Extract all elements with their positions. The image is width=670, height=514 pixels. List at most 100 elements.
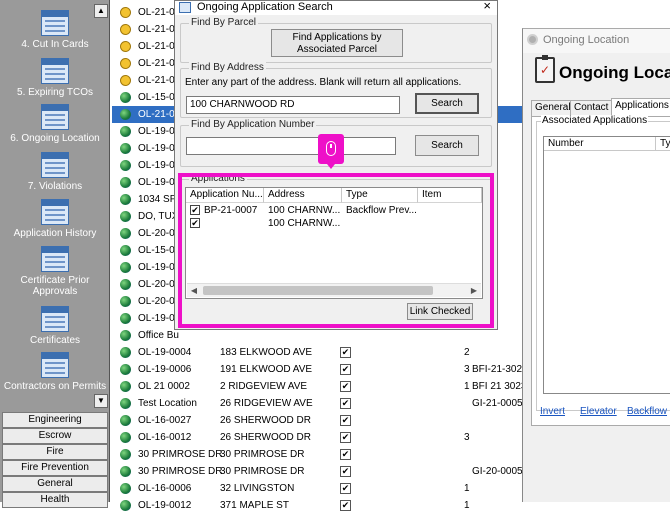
application-search-dialog: Ongoing Application Search × Find By Par… [174, 0, 498, 330]
column-header-application-number[interactable]: Application Nu... [186, 188, 264, 203]
app-number-search-button[interactable]: Search [415, 135, 479, 156]
column-header-type[interactable]: Type [342, 188, 418, 203]
module-health-button[interactable]: Health [2, 492, 108, 508]
row-checkbox[interactable]: ✔ [190, 218, 200, 228]
globe-icon [120, 296, 131, 307]
row-reference: GI-21-0005 [472, 398, 523, 409]
globe-icon [120, 211, 131, 222]
globe-icon [120, 449, 131, 460]
column-header-type[interactable]: Typ [656, 137, 670, 151]
report-icon [41, 352, 69, 378]
column-header-number[interactable]: Number [544, 137, 656, 151]
link-checked-button[interactable]: Link Checked [407, 303, 473, 320]
nav-item-certificate-prior-approvals[interactable]: Certificate Prior Approvals [0, 246, 110, 297]
report-icon [41, 58, 69, 84]
row-address: 26 RIDGEVIEW AVE [220, 398, 313, 409]
row-checkbox[interactable]: ✔ [340, 415, 351, 426]
app-number-input[interactable] [186, 137, 396, 155]
close-icon[interactable]: × [483, 0, 491, 12]
warning-icon [120, 7, 131, 18]
horizontal-scrollbar[interactable]: ◀ ▶ [187, 283, 481, 297]
group-legend: Applications [189, 173, 247, 184]
module-general-button[interactable]: General [2, 476, 108, 492]
scroll-thumb[interactable] [203, 286, 433, 295]
module-engineering-button[interactable]: Engineering [2, 412, 108, 428]
associated-applications-grid[interactable]: Number Typ [543, 136, 670, 394]
applications-list[interactable]: Application Nu... Address Type Item ✔ BP… [185, 187, 483, 299]
module-escrow-button[interactable]: Escrow [2, 428, 108, 444]
row-checkbox[interactable]: ✔ [340, 432, 351, 443]
globe-icon [120, 313, 131, 324]
row-count: 1 [464, 381, 470, 392]
row-checkbox[interactable]: ✔ [340, 483, 351, 494]
globe-icon [120, 177, 131, 188]
address-hint: Enter any part of the address. Blank wil… [185, 77, 462, 88]
row-checkbox[interactable]: ✔ [340, 347, 351, 358]
row-checkbox[interactable]: ✔ [340, 398, 351, 409]
row-location-id: Test Location [138, 398, 197, 409]
dialog-title: Ongoing Application Search [197, 1, 333, 13]
globe-icon [120, 483, 131, 494]
row-checkbox[interactable]: ✔ [340, 466, 351, 477]
group-legend: Find By Address [189, 62, 266, 73]
nav-item-label: 5. Expiring TCOs [17, 87, 93, 98]
report-icon [41, 199, 69, 225]
nav-item-application-history[interactable]: Application History [0, 199, 110, 239]
list-item[interactable]: ✔ BP-21-0007 100 CHARNW... Backflow Prev… [186, 204, 482, 217]
list-item[interactable]: ✔ 100 CHARNW... [186, 217, 482, 230]
warning-icon [120, 58, 131, 69]
report-icon [41, 10, 69, 36]
elevator-link[interactable]: Elevator [580, 406, 617, 417]
nav-scroll-up-button[interactable]: ▲ [94, 4, 108, 18]
nav-item-certificates[interactable]: Certificates [0, 306, 110, 346]
row-location-id: 30 PRIMROSE DR [138, 449, 223, 460]
globe-icon [120, 109, 131, 120]
row-checkbox[interactable]: ✔ [340, 381, 351, 392]
tab-general[interactable]: General [531, 100, 575, 116]
find-by-parcel-button[interactable]: Find Applications by Associated Parcel [271, 29, 403, 57]
tab-applications[interactable]: Applications [611, 98, 670, 116]
address-search-button[interactable]: Search [415, 93, 479, 114]
row-location-id: OL-19-0006 [138, 364, 192, 375]
nav-item-list: 4. Cut In Cards 5. Expiring TCOs 6. Ongo… [0, 0, 110, 410]
row-location-id: OL-16-0006 [138, 483, 192, 494]
address-input[interactable]: 100 CHARNWOOD RD [186, 96, 400, 114]
globe-icon [120, 415, 131, 426]
module-fire-button[interactable]: Fire [2, 444, 108, 460]
nav-item-label: 4. Cut In Cards [21, 39, 89, 50]
nav-item-label: Certificates [29, 335, 80, 346]
warning-icon [120, 41, 131, 52]
globe-icon [120, 279, 131, 290]
nav-item-violations[interactable]: 7. Violations [0, 152, 110, 192]
scroll-left-icon[interactable]: ◀ [187, 284, 201, 297]
dialog-titlebar: Ongoing Application Search × [175, 0, 497, 15]
row-checkbox[interactable]: ✔ [190, 205, 200, 215]
column-header-item[interactable]: Item [418, 188, 482, 203]
row-checkbox[interactable]: ✔ [340, 449, 351, 460]
row-address: 100 CHARNW... [268, 205, 341, 216]
module-fire-prevention-button[interactable]: Fire Prevention [2, 460, 108, 476]
globe-icon [120, 381, 131, 392]
column-header-address[interactable]: Address [264, 188, 342, 203]
nav-scroll-down-button[interactable]: ▼ [94, 394, 108, 408]
row-location-id: 30 PRIMROSE DR [138, 466, 223, 477]
backflow-link[interactable]: Backflow [627, 406, 667, 417]
report-icon [41, 104, 69, 130]
mouse-icon [318, 134, 344, 169]
invert-link[interactable]: Invert [540, 406, 565, 417]
globe-icon [120, 347, 131, 358]
tab-contact[interactable]: Contact [570, 100, 613, 116]
globe-icon [120, 228, 131, 239]
nav-item-expiring-tcos[interactable]: 5. Expiring TCOs [0, 58, 110, 98]
row-location-id: OL-19-0004 [138, 347, 192, 358]
scroll-right-icon[interactable]: ▶ [467, 284, 481, 297]
report-icon [41, 306, 69, 332]
nav-item-contractors-on-permits[interactable]: Contractors on Permits [0, 352, 110, 392]
row-address: 191 ELKWOOD AVE [220, 364, 313, 375]
group-legend: Associated Applications [541, 115, 649, 126]
globe-icon [120, 262, 131, 273]
row-location-id: OL-19-0012 [138, 500, 192, 511]
row-checkbox[interactable]: ✔ [340, 364, 351, 375]
globe-icon [120, 330, 131, 341]
nav-item-ongoing-location[interactable]: 6. Ongoing Location [0, 104, 110, 144]
